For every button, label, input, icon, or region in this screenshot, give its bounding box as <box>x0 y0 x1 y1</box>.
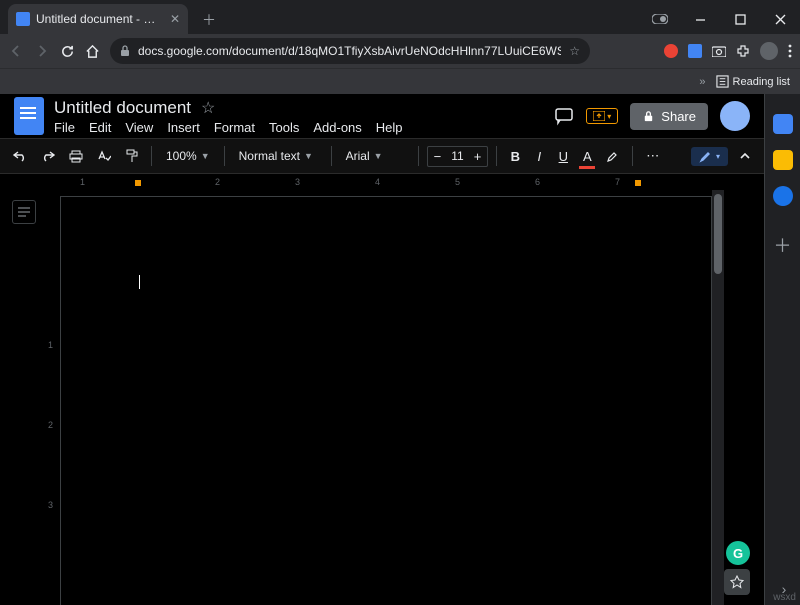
explore-button[interactable] <box>724 569 750 595</box>
watermark: wsxd <box>773 592 796 603</box>
window-controls <box>640 4 800 34</box>
extensions-button[interactable] <box>736 44 750 58</box>
highlight-button[interactable] <box>601 146 624 167</box>
menu-tools[interactable]: Tools <box>269 120 299 135</box>
horizontal-ruler[interactable]: 1 2 3 4 5 6 7 <box>0 174 764 190</box>
reading-list-button[interactable]: Reading list <box>716 75 790 88</box>
omnibox[interactable]: docs.google.com/document/d/18qMO1TfiyXsb… <box>110 38 590 64</box>
outline-toggle-button[interactable] <box>12 200 36 224</box>
browser-tab[interactable]: Untitled document - Google Doc ✕ <box>8 4 188 34</box>
ruler-right-marker[interactable] <box>635 180 641 186</box>
editing-mode-button[interactable]: ▾ <box>691 147 728 166</box>
lock-icon <box>120 45 130 57</box>
browser-titlebar: Untitled document - Google Doc ✕ ＋ <box>0 0 800 34</box>
share-label: Share <box>661 109 696 124</box>
back-button[interactable] <box>8 43 24 59</box>
undo-button[interactable] <box>8 146 32 166</box>
profile-avatar-icon[interactable] <box>760 42 778 60</box>
account-avatar[interactable] <box>720 101 750 131</box>
text-color-button[interactable]: A <box>577 145 597 168</box>
reading-list-label: Reading list <box>733 76 790 88</box>
grammarly-icon[interactable]: G <box>726 541 750 565</box>
url-text: docs.google.com/document/d/18qMO1TfiyXsb… <box>138 44 561 58</box>
spellcheck-button[interactable] <box>92 146 116 167</box>
bookmarks-overflow-icon[interactable]: » <box>699 76 705 88</box>
toolbar: 100%▼ Normal text▼ Arial▼ − 11 + B I U A… <box>0 138 764 174</box>
address-bar: docs.google.com/document/d/18qMO1TfiyXsb… <box>0 34 800 68</box>
docs-logo-icon[interactable] <box>14 97 44 135</box>
reload-button[interactable] <box>60 44 75 59</box>
bold-button[interactable]: B <box>505 145 525 168</box>
keep-icon[interactable] <box>773 150 793 170</box>
menu-format[interactable]: Format <box>214 120 255 135</box>
vertical-scrollbar[interactable] <box>712 190 724 605</box>
scrollbar-thumb[interactable] <box>714 194 722 274</box>
style-dropdown[interactable]: Normal text▼ <box>233 147 323 165</box>
star-document-icon[interactable]: ☆ <box>201 98 215 118</box>
ruler-indent-marker[interactable] <box>135 180 141 186</box>
docs-app: Untitled document ☆ File Edit View Inser… <box>0 94 800 605</box>
tab-title: Untitled document - Google Doc <box>36 12 164 26</box>
extension-icons <box>664 42 792 60</box>
menubar: File Edit View Insert Format Tools Add-o… <box>54 120 403 135</box>
redo-button[interactable] <box>36 146 60 166</box>
font-size-control: − 11 + <box>427 146 489 167</box>
present-button[interactable]: ▾ <box>586 108 618 124</box>
side-panel: ＋ <box>764 94 800 605</box>
menu-insert[interactable]: Insert <box>167 120 200 135</box>
tasks-icon[interactable] <box>773 186 793 206</box>
more-toolbar-button[interactable]: ⋯ <box>641 144 665 168</box>
vertical-ruler[interactable]: 1 2 3 <box>48 190 60 605</box>
zoom-dropdown[interactable]: 100%▼ <box>160 147 216 165</box>
new-tab-button[interactable]: ＋ <box>198 6 220 34</box>
collapse-toolbar-icon[interactable] <box>734 147 756 165</box>
menu-view[interactable]: View <box>125 120 153 135</box>
font-size-decrease[interactable]: − <box>428 147 448 166</box>
extension-translate-icon[interactable] <box>688 44 702 58</box>
font-size-increase[interactable]: + <box>468 147 488 166</box>
font-dropdown[interactable]: Arial▼ <box>340 147 410 165</box>
close-window-button[interactable] <box>760 4 800 34</box>
share-button[interactable]: Share <box>630 103 708 130</box>
minimize-button[interactable] <box>680 4 720 34</box>
menu-help[interactable]: Help <box>376 120 403 135</box>
print-button[interactable] <box>64 146 88 167</box>
close-tab-icon[interactable]: ✕ <box>170 12 180 26</box>
maximize-button[interactable] <box>720 4 760 34</box>
add-addon-icon[interactable]: ＋ <box>774 232 792 258</box>
extension-camera-icon[interactable] <box>712 45 726 57</box>
forward-button[interactable] <box>34 43 50 59</box>
menu-addons[interactable]: Add-ons <box>313 120 361 135</box>
docs-favicon <box>16 12 30 26</box>
bookmarks-bar: » Reading list <box>0 68 800 94</box>
underline-button[interactable]: U <box>553 145 573 168</box>
docs-header: Untitled document ☆ File Edit View Inser… <box>0 94 764 138</box>
text-cursor <box>139 275 140 289</box>
comments-icon[interactable] <box>554 106 574 126</box>
home-button[interactable] <box>85 44 100 59</box>
browser-menu-icon[interactable] <box>788 44 792 58</box>
extension-red-icon[interactable] <box>664 44 678 58</box>
settings-pill-icon[interactable] <box>640 4 680 34</box>
docs-main: Untitled document ☆ File Edit View Inser… <box>0 94 764 605</box>
font-size-value[interactable]: 11 <box>447 149 467 163</box>
paint-format-button[interactable] <box>120 145 143 167</box>
menu-file[interactable]: File <box>54 120 75 135</box>
document-page[interactable] <box>60 196 712 605</box>
document-title[interactable]: Untitled document <box>54 98 191 118</box>
calendar-icon[interactable] <box>773 114 793 134</box>
document-canvas: 1 2 3 <box>0 190 764 605</box>
menu-edit[interactable]: Edit <box>89 120 111 135</box>
italic-button[interactable]: I <box>529 145 549 168</box>
bookmark-star-icon[interactable]: ☆ <box>569 44 580 58</box>
